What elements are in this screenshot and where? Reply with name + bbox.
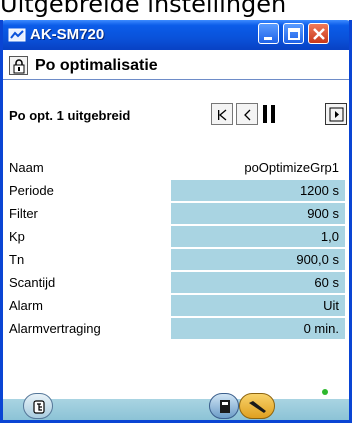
status-indicator	[322, 389, 328, 395]
bottom-toolbar	[3, 389, 349, 420]
next-arrow-icon	[329, 107, 344, 122]
title-bar[interactable]: AK-SM720	[3, 20, 349, 50]
close-icon	[313, 28, 325, 40]
setting-row-scantijd[interactable]: Scantijd 60 s	[3, 271, 349, 294]
setting-value-field[interactable]: 900,0 s	[171, 249, 345, 270]
next-record-button[interactable]	[325, 103, 347, 125]
setting-label: Filter	[9, 206, 38, 221]
first-arrow-icon	[218, 109, 227, 121]
lock-button[interactable]	[9, 56, 28, 75]
setting-label: Naam	[9, 160, 44, 175]
setting-label: Scantijd	[9, 275, 56, 290]
position-mark	[271, 105, 275, 123]
header-divider	[3, 79, 349, 80]
section-header: Po optimalisatie	[9, 56, 339, 78]
app-window: AK-SM720 Po optimalisatie Po opt. 1 uitg…	[0, 20, 352, 423]
setting-row-periode[interactable]: Periode 1200 s	[3, 179, 349, 202]
page: Uitgebreide instellingen AK-SM720 Po opt…	[0, 0, 352, 423]
first-record-button[interactable]	[211, 103, 233, 125]
setting-label: Tn	[9, 252, 25, 267]
document-icon	[220, 400, 230, 413]
tool-button[interactable]	[239, 393, 275, 419]
setting-value-field[interactable]: 60 s	[171, 272, 345, 293]
app-icon	[8, 26, 26, 44]
record-position-indicator	[259, 103, 293, 125]
menu-button[interactable]	[23, 393, 53, 419]
setting-row-alarm[interactable]: Alarm Uit	[3, 294, 349, 317]
maximize-icon	[288, 28, 300, 40]
setting-label: Alarmvertraging	[9, 321, 101, 336]
setting-value-field[interactable]: 1,0	[171, 226, 345, 247]
setting-value-field[interactable]: 900 s	[171, 203, 345, 224]
setting-value: poOptimizeGrp1	[244, 160, 339, 175]
window-title: AK-SM720	[30, 26, 105, 43]
document-button[interactable]	[209, 393, 239, 419]
setting-value-field[interactable]: 0 min.	[171, 318, 345, 339]
maximize-button[interactable]	[283, 23, 304, 44]
settings-list: Naam poOptimizeGrp1 Periode 1200 s Filte…	[3, 156, 349, 340]
content-area: Po optimalisatie Po opt. 1 uitgebreid Na…	[3, 50, 349, 420]
lock-icon	[13, 59, 25, 74]
setting-label: Alarm	[9, 298, 43, 313]
page-caption: Uitgebreide instellingen	[0, 0, 287, 18]
setting-label: Periode	[9, 183, 54, 198]
tree-menu-icon	[33, 400, 45, 414]
subsection-title: Po opt. 1 uitgebreid	[9, 108, 131, 123]
setting-label: Kp	[9, 229, 25, 244]
previous-arrow-icon	[244, 109, 251, 121]
wrench-icon	[249, 401, 266, 413]
section-title: Po optimalisatie	[35, 57, 158, 74]
previous-record-button[interactable]	[236, 103, 258, 125]
setting-row-naam: Naam poOptimizeGrp1	[3, 156, 349, 179]
minimize-icon	[264, 37, 272, 40]
setting-row-filter[interactable]: Filter 900 s	[3, 202, 349, 225]
position-mark	[263, 105, 267, 123]
setting-row-alarmvertraging[interactable]: Alarmvertraging 0 min.	[3, 317, 349, 340]
setting-row-tn[interactable]: Tn 900,0 s	[3, 248, 349, 271]
minimize-button[interactable]	[258, 23, 279, 44]
close-button[interactable]	[308, 23, 329, 44]
setting-value-field[interactable]: Uit	[171, 295, 345, 316]
setting-value-field[interactable]: 1200 s	[171, 180, 345, 201]
setting-row-kp[interactable]: Kp 1,0	[3, 225, 349, 248]
